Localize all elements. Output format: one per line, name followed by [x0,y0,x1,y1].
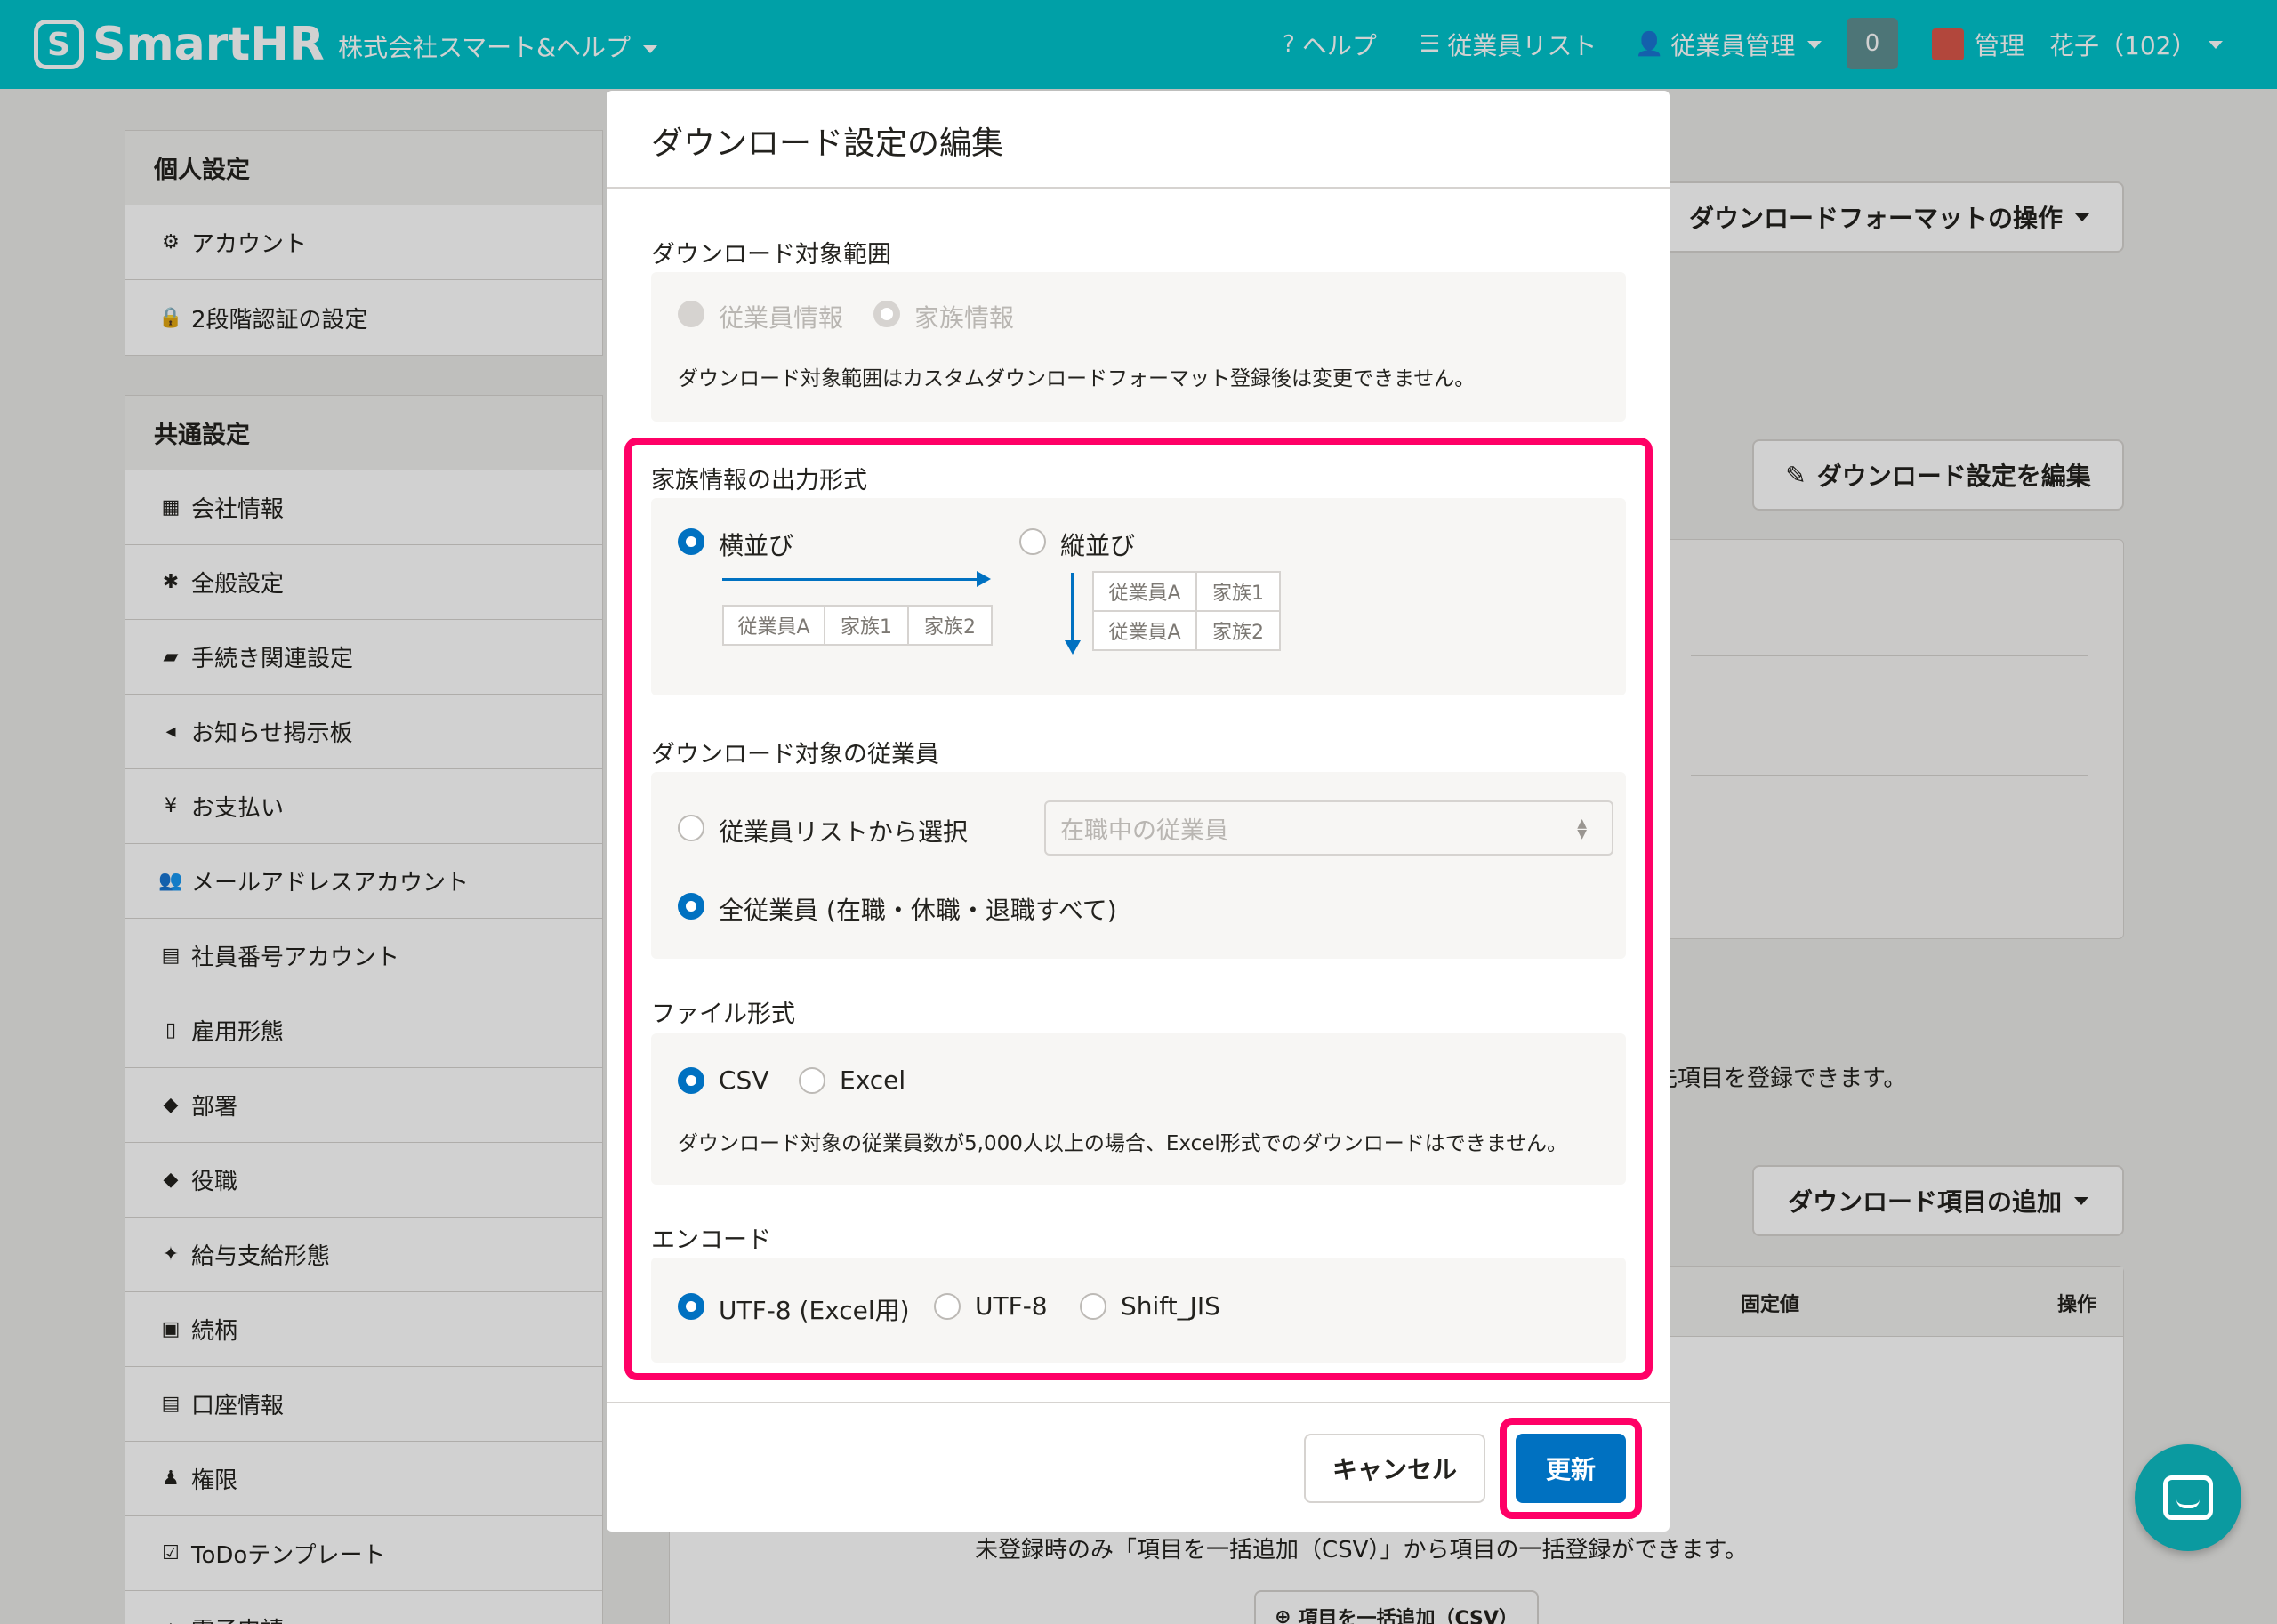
scope-note: ダウンロード対象範囲はカスタムダウンロードフォーマット登録後は変更できません。 [678,367,1476,390]
download-settings-modal: ダウンロード設定の編集 ダウンロード対象範囲 従業員情報 家族情報 ダウンロード… [607,91,1670,1532]
scope-label: ダウンロード対象範囲 [651,241,891,269]
settings-highlight-frame [624,438,1653,1380]
scope-family-label: 家族情報 [914,303,1015,333]
scope-employee-label: 従業員情報 [719,303,844,333]
scope-family-radio[interactable] [873,301,900,327]
modal-title-divider [607,187,1670,189]
scope-employee-radio[interactable] [678,301,704,327]
cancel-button[interactable]: キャンセル [1304,1434,1485,1503]
update-highlight-frame [1500,1418,1642,1519]
chat-icon [2163,1475,2213,1520]
modal-footer-divider [607,1402,1670,1403]
scope-box: 従業員情報 家族情報 ダウンロード対象範囲はカスタムダウンロードフォーマット登録… [651,272,1626,422]
chat-button[interactable] [2135,1444,2241,1551]
modal-title: ダウンロード設定の編集 [651,125,1004,162]
